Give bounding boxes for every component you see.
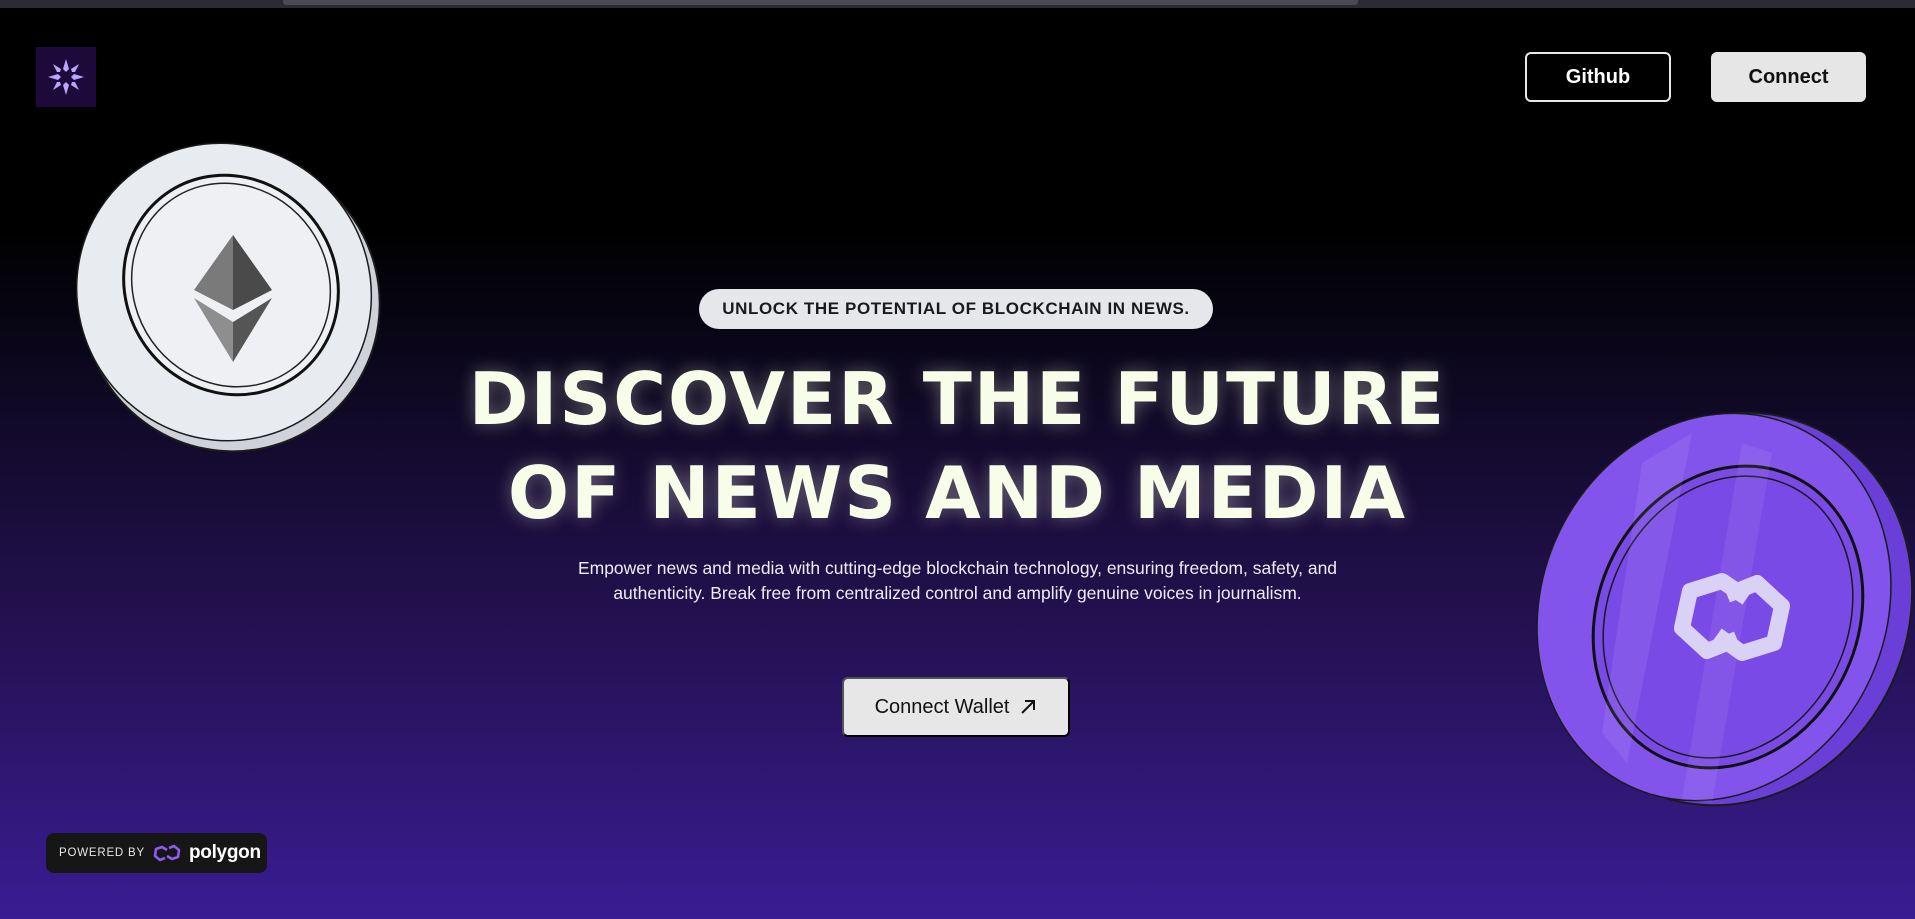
- connect-button[interactable]: Connect: [1711, 52, 1866, 102]
- top-navbar: Github Connect: [0, 8, 1915, 128]
- headline-line-1: DISCOVER THE FUTURE: [468, 357, 1447, 441]
- headline-line-2: OF NEWS AND MEDIA: [507, 451, 1408, 535]
- tagline-pill: UNLOCK THE POTENTIAL OF BLOCKCHAIN IN NE…: [699, 289, 1213, 329]
- hero-headline: DISCOVER THE FUTURE OF NEWS AND MEDIA: [380, 352, 1535, 540]
- browser-top-strip: [0, 0, 1915, 8]
- site-logo[interactable]: [36, 47, 96, 107]
- powered-by-text: POWERED BY: [59, 847, 145, 859]
- polygon-logo-icon: [153, 844, 181, 862]
- asterisk-flower-logo-icon: [48, 59, 84, 95]
- connect-wallet-label: Connect Wallet: [874, 695, 1010, 718]
- powered-by-polygon-badge[interactable]: POWERED BY polygon: [46, 833, 267, 873]
- arrow-up-right-icon: [1021, 700, 1036, 714]
- connect-wallet-button[interactable]: Connect Wallet: [842, 677, 1070, 737]
- hero-description: Empower news and media with cutting-edge…: [577, 558, 1338, 603]
- github-button[interactable]: Github: [1525, 52, 1671, 102]
- polygon-brand-text: polygon: [188, 842, 261, 863]
- browser-scroll-indicator: [283, 0, 1358, 5]
